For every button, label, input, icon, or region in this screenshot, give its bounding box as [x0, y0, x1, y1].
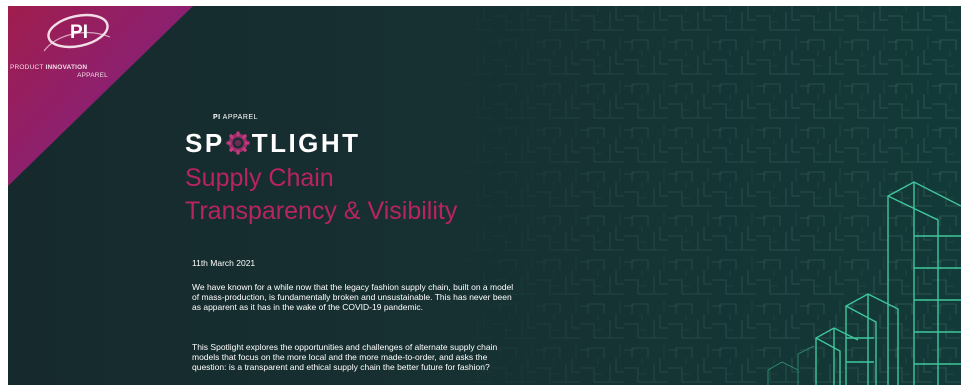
intro-paragraph: We have known for a while now that the l…	[192, 282, 514, 312]
kicker-pi: PI	[213, 114, 221, 121]
publish-date: 11th March 2021	[192, 258, 256, 268]
hero-banner: PI PRODUCT INNOVATION APPAREL PI APPAREL…	[8, 6, 961, 385]
brand-line2: APPAREL	[77, 72, 108, 79]
spotlight-word-start: SP	[185, 128, 225, 159]
spotlight-word-end: TLIGHT	[251, 128, 361, 159]
spotlight-wordmark: SP TLIGHT	[185, 126, 361, 159]
page-headline: Supply Chain Transparency & Visibility	[185, 162, 545, 228]
pi-logo-icon: PI	[43, 13, 111, 52]
spotlight-kicker: PI APPAREL	[213, 114, 258, 121]
brand-line1-bold: INNOVATION	[45, 64, 88, 71]
brand-wordmark: PRODUCT INNOVATION APPAREL	[10, 64, 110, 80]
spotlight-gear-icon	[226, 131, 250, 155]
kicker-apparel: APPAREL	[220, 114, 258, 121]
headline-line1: Supply Chain	[185, 164, 334, 192]
description-paragraph: This Spotlight explores the opportunitie…	[192, 342, 498, 372]
brand-line1-regular: PRODUCT	[10, 64, 46, 71]
logo-text: PI	[70, 22, 88, 43]
headline-line2: Transparency & Visibility	[185, 197, 458, 225]
